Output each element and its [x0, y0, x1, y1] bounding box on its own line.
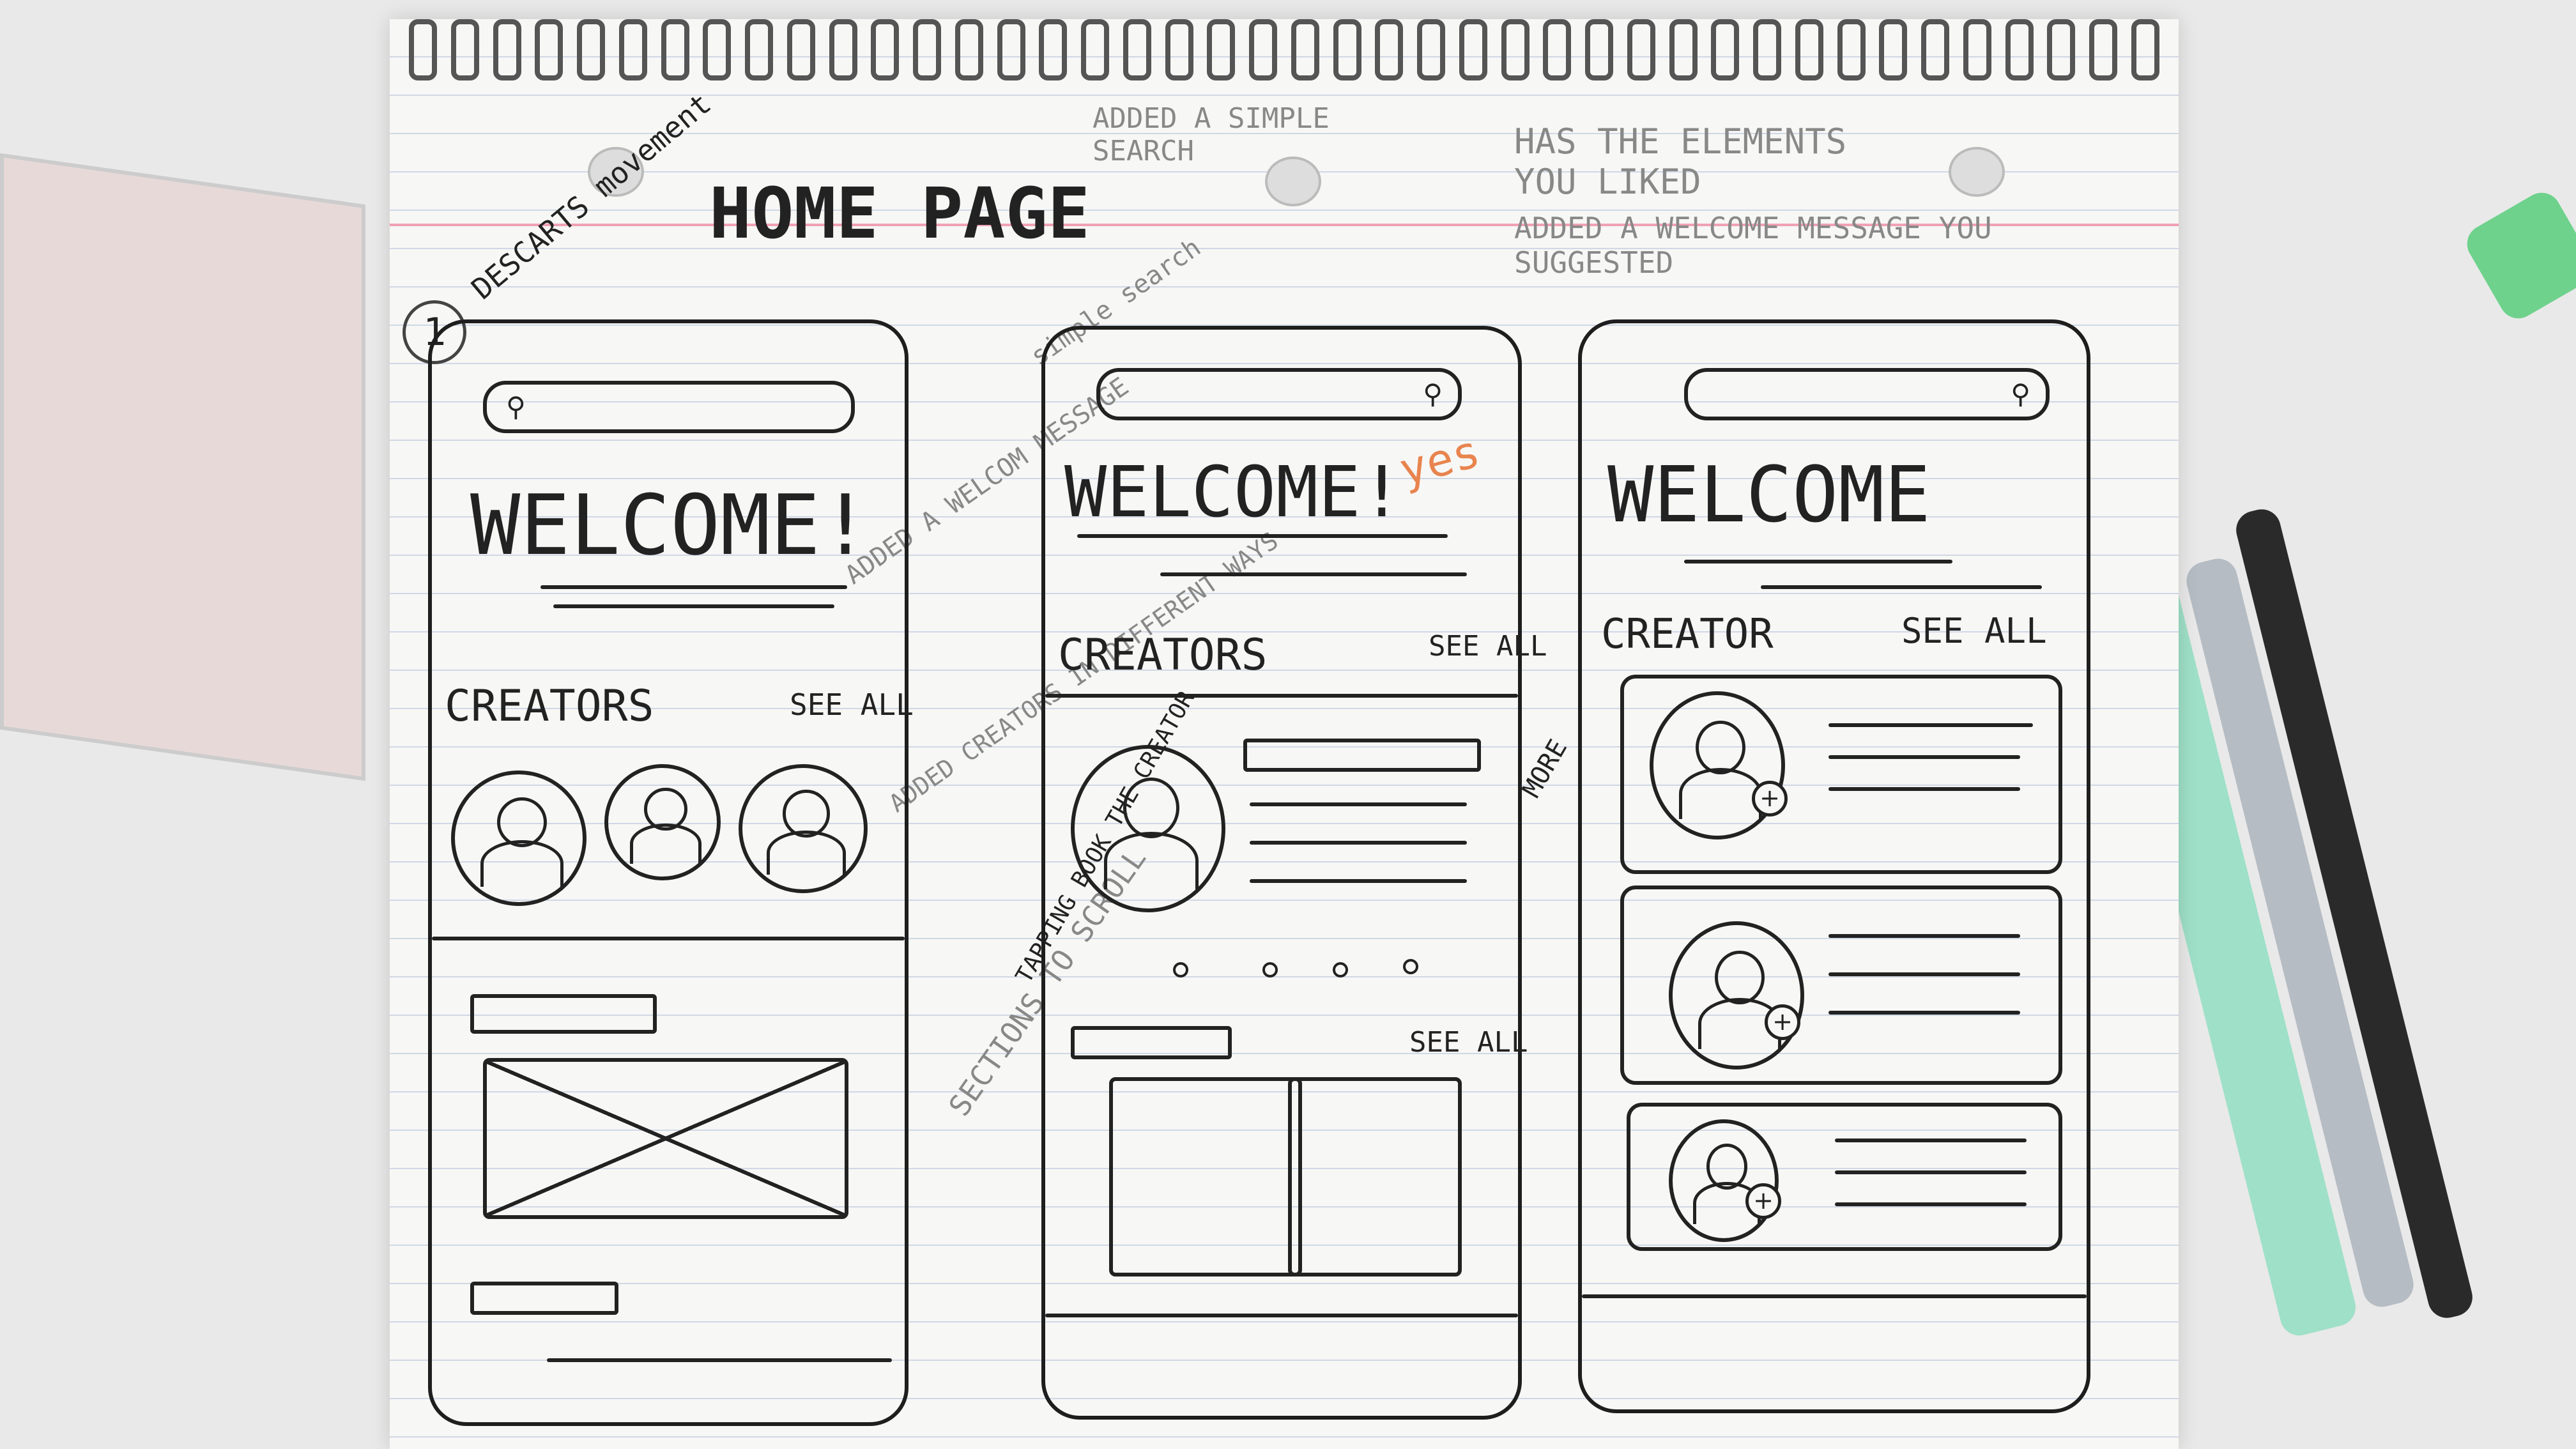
section-title-placeholder	[470, 1282, 618, 1315]
creator-card: +	[1620, 885, 2062, 1085]
welcome-heading: WELCOME!	[1064, 451, 1403, 533]
text-line	[1828, 755, 2020, 759]
side-note: DESCARTS movement	[464, 86, 718, 306]
text-line	[1828, 723, 2033, 727]
divider	[1045, 694, 1518, 698]
spiral-binding	[409, 19, 2159, 80]
punch-hole	[1949, 147, 2005, 197]
pager-dot	[1333, 962, 1348, 977]
text-line	[1250, 841, 1467, 845]
page-title: HOME PAGE	[709, 172, 1091, 254]
text-placeholder	[1243, 739, 1481, 772]
underline	[1761, 585, 2042, 589]
creator-label: CREATOR	[1601, 611, 1774, 658]
text-line	[1835, 1170, 2027, 1174]
card-placeholder	[1109, 1077, 1302, 1276]
underline	[540, 585, 847, 589]
wireframe-phone-2: ⚲ WELCOME! CREATORS SEE ALL SEE ALL	[1041, 326, 1547, 1420]
underline	[553, 604, 834, 608]
wireframe-phone-1: ⚲ WELCOME! CREATORS SEE ALL	[428, 319, 914, 1426]
plus-icon: +	[1765, 1004, 1800, 1040]
text-line	[1828, 1011, 2020, 1015]
avatar-icon	[451, 770, 586, 906]
search-icon: ⚲	[2011, 378, 2030, 410]
plus-icon: +	[1752, 781, 1788, 816]
pager-dot	[1262, 962, 1278, 977]
nav-line	[1045, 1314, 1518, 1317]
notebook-page: HOME PAGE DESCARTS movement 1 ADDED A SI…	[390, 19, 2179, 1449]
see-all-label: SEE ALL	[1429, 630, 1547, 663]
wireframe-phone-3: ⚲ WELCOME CREATOR SEE ALL + + +	[1578, 319, 2090, 1413]
search-icon: ⚲	[506, 391, 526, 422]
note-simple-search: ADDED A SIMPLE SEARCH	[1092, 102, 1330, 167]
see-all-label-2: SEE ALL	[1409, 1026, 1528, 1059]
avatar-icon	[1669, 1119, 1779, 1242]
sticky-notepad	[0, 153, 365, 781]
creator-card: +	[1627, 1103, 2062, 1251]
welcome-heading: WELCOME	[1607, 451, 1931, 540]
avatar-icon	[1650, 691, 1785, 839]
note-has-elements: HAS THE ELEMENTS YOU LIKED	[1514, 121, 1847, 202]
nav-line	[547, 1358, 892, 1362]
text-line	[1250, 802, 1467, 806]
underline	[1077, 534, 1448, 538]
creator-card: +	[1620, 675, 2062, 874]
welcome-heading: WELCOME!	[470, 477, 871, 574]
divider	[432, 937, 905, 940]
plus-icon: +	[1745, 1183, 1781, 1219]
see-all-label: SEE ALL	[790, 687, 914, 722]
nav-line	[1582, 1294, 2087, 1298]
creators-label: CREATORS	[445, 681, 654, 732]
note-welcome-message: ADDED A WELCOME MESSAGE YOU SUGGESTED	[1514, 211, 1992, 280]
avatar-icon	[1669, 921, 1804, 1070]
card-placeholder	[1288, 1077, 1462, 1276]
pager-dot	[1403, 959, 1418, 974]
avatar-icon	[739, 764, 868, 893]
section-title-placeholder	[470, 994, 657, 1034]
avatar-icon	[1071, 745, 1225, 912]
search-bar: ⚲	[1096, 368, 1462, 420]
search-bar: ⚲	[1684, 368, 2050, 420]
text-line	[1835, 1202, 2027, 1206]
section-title-placeholder	[1071, 1026, 1232, 1059]
search-bar: ⚲	[483, 381, 855, 433]
search-icon: ⚲	[1423, 378, 1443, 410]
text-line	[1835, 1138, 2027, 1142]
avatar-icon	[604, 764, 721, 880]
text-line	[1828, 972, 2020, 976]
green-marker-cap	[2460, 185, 2576, 326]
see-all-label: SEE ALL	[1901, 611, 2047, 651]
text-line	[1828, 787, 2020, 791]
text-line	[1828, 934, 2020, 938]
image-placeholder-icon	[483, 1058, 848, 1219]
creators-label: CREATORS	[1058, 630, 1268, 680]
note-more: MORE	[1517, 734, 1574, 803]
underline	[1160, 572, 1467, 576]
text-line	[1250, 879, 1467, 883]
pager-dot	[1173, 962, 1188, 977]
underline	[1684, 560, 1952, 564]
